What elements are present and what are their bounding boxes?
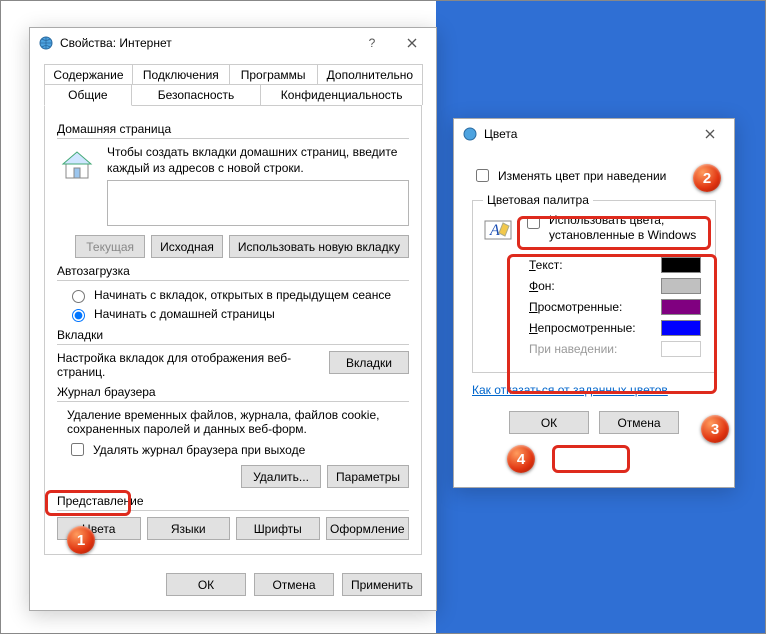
homepage-current-button[interactable]: Текущая — [75, 235, 145, 258]
history-desc: Удаление временных файлов, журнала, файл… — [67, 408, 409, 436]
palette-icon: A — [483, 213, 513, 247]
svg-text:A: A — [489, 222, 500, 239]
tab-privacy[interactable]: Конфиденциальность — [260, 84, 423, 105]
dialog-footer: ОК Отмена Применить — [30, 565, 436, 610]
internet-options-icon — [462, 126, 478, 142]
tab-content[interactable]: Содержание — [44, 64, 133, 85]
tabs-desc: Настройка вкладок для отображения веб-ст… — [57, 351, 319, 379]
help-button[interactable]: ? — [352, 29, 392, 57]
hover-color-button — [661, 341, 701, 357]
titlebar: Свойства: Интернет ? — [30, 28, 436, 58]
cancel-button[interactable]: Отмена — [254, 573, 334, 596]
tabs-legend: Вкладки — [57, 328, 409, 342]
apply-button[interactable]: Применить — [342, 573, 422, 596]
use-windows-colors-label: Использовать цвета, установленные в Wind… — [549, 213, 705, 243]
visited-color-button[interactable] — [661, 299, 701, 315]
history-delete-on-exit-checkbox[interactable] — [71, 443, 84, 456]
homepage-default-button[interactable]: Исходная — [151, 235, 223, 258]
homepage-newtab-button[interactable]: Использовать новую вкладку — [229, 235, 409, 258]
tab-row-back: Содержание Подключения Программы Дополни… — [30, 64, 436, 85]
window-title: Свойства: Интернет — [60, 36, 172, 50]
startup-legend: Автозагрузка — [57, 264, 409, 278]
colors-ok-button[interactable]: ОК — [509, 411, 589, 434]
tab-security[interactable]: Безопасность — [131, 84, 262, 105]
tab-panel-general: Домашняя страница Чтобы создать вкладки … — [44, 105, 422, 555]
startup-last-label: Начинать с вкладок, открытых в предыдуще… — [94, 288, 391, 302]
bg-color-button[interactable] — [661, 278, 701, 294]
homepage-textarea[interactable] — [107, 180, 409, 226]
tab-advanced[interactable]: Дополнительно — [317, 64, 423, 85]
colors-close-button[interactable] — [690, 120, 730, 148]
internet-properties-window: Свойства: Интернет ? Содержание Подключе… — [29, 27, 437, 611]
colors-cancel-button[interactable]: Отмена — [599, 411, 679, 434]
tab-row-front: Общие Безопасность Конфиденциальность — [30, 84, 436, 105]
tab-connections[interactable]: Подключения — [132, 64, 230, 85]
home-icon — [57, 145, 97, 185]
unvisited-color-button[interactable] — [661, 320, 701, 336]
history-delete-on-exit-label: Удалять журнал браузера при выходе — [93, 443, 305, 457]
close-button[interactable] — [392, 29, 432, 57]
languages-button[interactable]: Языки — [147, 517, 231, 540]
startup-home-radio[interactable] — [72, 309, 85, 322]
accessibility-button[interactable]: Оформление — [326, 517, 410, 540]
tab-programs[interactable]: Программы — [229, 64, 318, 85]
bg-color-label: Фон: — [529, 279, 555, 293]
learn-more-link[interactable]: Как отказаться от заданных цветов — [472, 383, 668, 397]
homepage-legend: Домашняя страница — [57, 122, 409, 136]
tab-general[interactable]: Общие — [44, 84, 132, 106]
palette-legend: Цветовая палитра — [483, 193, 593, 207]
hover-color-row-label: При наведении: — [529, 342, 617, 356]
ok-button[interactable]: ОК — [166, 573, 246, 596]
fonts-button[interactable]: Шрифты — [236, 517, 320, 540]
startup-last-radio[interactable] — [72, 290, 85, 303]
history-delete-button[interactable]: Удалить... — [241, 465, 321, 488]
colors-button[interactable]: Цвета — [57, 517, 141, 540]
hover-color-checkbox[interactable] — [476, 169, 489, 182]
history-legend: Журнал браузера — [57, 385, 409, 399]
unvisited-color-label: Непросмотренные: — [529, 321, 636, 335]
colors-dialog: Цвета Изменять цвет при наведении Цветов… — [453, 118, 735, 488]
text-color-label: Текст: — [529, 258, 563, 272]
colors-window-title: Цвета — [484, 127, 517, 141]
appearance-legend: Представление — [57, 494, 409, 508]
tabs-settings-button[interactable]: Вкладки — [329, 351, 409, 374]
homepage-hint: Чтобы создать вкладки домашних страниц, … — [107, 145, 409, 176]
internet-options-icon — [38, 35, 54, 51]
colors-titlebar: Цвета — [454, 119, 734, 149]
use-windows-colors-checkbox[interactable] — [527, 216, 540, 229]
visited-color-label: Просмотренные: — [529, 300, 622, 314]
startup-home-label: Начинать с домашней страницы — [94, 307, 275, 321]
text-color-button[interactable] — [661, 257, 701, 273]
hover-color-label: Изменять цвет при наведении — [498, 169, 666, 183]
history-settings-button[interactable]: Параметры — [327, 465, 409, 488]
